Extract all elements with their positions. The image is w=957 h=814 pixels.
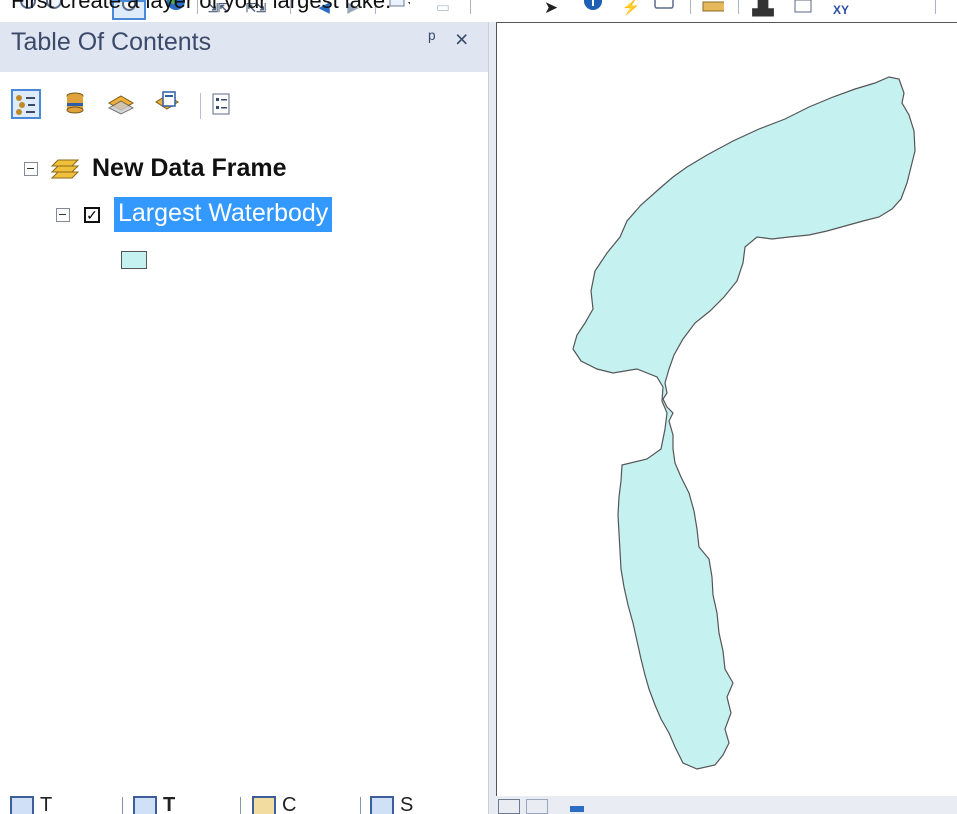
tab-search[interactable]: S: [370, 796, 413, 814]
toolbar-separator: [690, 0, 691, 14]
map-view[interactable]: [496, 22, 957, 796]
close-icon[interactable]: ×: [455, 26, 468, 53]
toolbar-separator: [738, 0, 739, 14]
list-by-drawing-order-icon[interactable]: [11, 89, 41, 119]
tab-search-label: S: [400, 796, 414, 814]
toc-title: Table Of Contents: [11, 28, 212, 56]
map-status-bar: [496, 796, 957, 814]
toc-toolbar-separator: [200, 93, 201, 119]
find-icon[interactable]: ▟▙: [752, 0, 774, 20]
tutorial-caption: First create a layer of your largest lak…: [11, 0, 392, 13]
data-frame-label[interactable]: New Data Frame: [92, 154, 287, 183]
clear-selection-icon[interactable]: ▭: [432, 0, 454, 20]
tab-toc[interactable]: T: [133, 796, 175, 814]
collapse-data-frame-icon[interactable]: [24, 161, 38, 176]
data-frame-row[interactable]: New Data Frame: [24, 154, 287, 183]
tab-catalog[interactable]: C: [252, 796, 296, 814]
pin-icon[interactable]: ᵖ: [428, 28, 436, 51]
tab-catalog-label: C: [282, 796, 297, 814]
tab-toc-label: T: [163, 796, 176, 814]
html-popup-icon[interactable]: [652, 0, 674, 20]
refresh-view-button[interactable]: [570, 806, 584, 812]
options-icon[interactable]: [206, 89, 236, 119]
list-by-source-icon[interactable]: [60, 89, 90, 119]
search-tab-icon: [370, 796, 394, 814]
tab-table[interactable]: T: [10, 796, 52, 814]
data-frame-layers-icon: [50, 156, 80, 182]
layout-view-button[interactable]: [526, 799, 548, 814]
collapse-layer-icon[interactable]: [56, 207, 70, 222]
measure-icon[interactable]: [702, 0, 724, 20]
catalog-tab-icon: [252, 796, 276, 814]
toc-tab-icon: [133, 796, 157, 814]
toolbar-separator: [935, 0, 936, 14]
tab-separator: [360, 797, 361, 814]
largest-waterbody-polygon[interactable]: [572, 76, 916, 770]
table-of-contents-panel: [0, 22, 488, 814]
list-by-selection-icon[interactable]: [152, 89, 182, 119]
tab-separator: [122, 797, 123, 814]
data-view-button[interactable]: [498, 799, 520, 814]
layer-visibility-checkbox[interactable]: ✓: [84, 206, 100, 223]
go-to-xy-icon[interactable]: XY: [826, 0, 856, 20]
toolbar-separator: [470, 0, 471, 14]
tab-separator: [240, 797, 241, 814]
layer-symbol-swatch[interactable]: [121, 251, 147, 269]
select-features-icon[interactable]: [388, 0, 410, 20]
table-tab-icon: [10, 796, 34, 814]
layer-name-label[interactable]: Largest Waterbody: [114, 197, 333, 232]
layer-row[interactable]: ✓ Largest Waterbody: [56, 197, 333, 232]
bottom-tab-strip: [0, 796, 488, 814]
list-by-visibility-icon[interactable]: [106, 89, 136, 119]
map-canvas: [572, 76, 916, 770]
select-elements-icon[interactable]: ➤: [540, 0, 562, 20]
find-route-icon[interactable]: [792, 0, 814, 20]
hyperlink-icon[interactable]: ⚡: [620, 0, 642, 20]
tab-table-label: T: [40, 796, 53, 814]
identify-icon[interactable]: [582, 0, 604, 20]
